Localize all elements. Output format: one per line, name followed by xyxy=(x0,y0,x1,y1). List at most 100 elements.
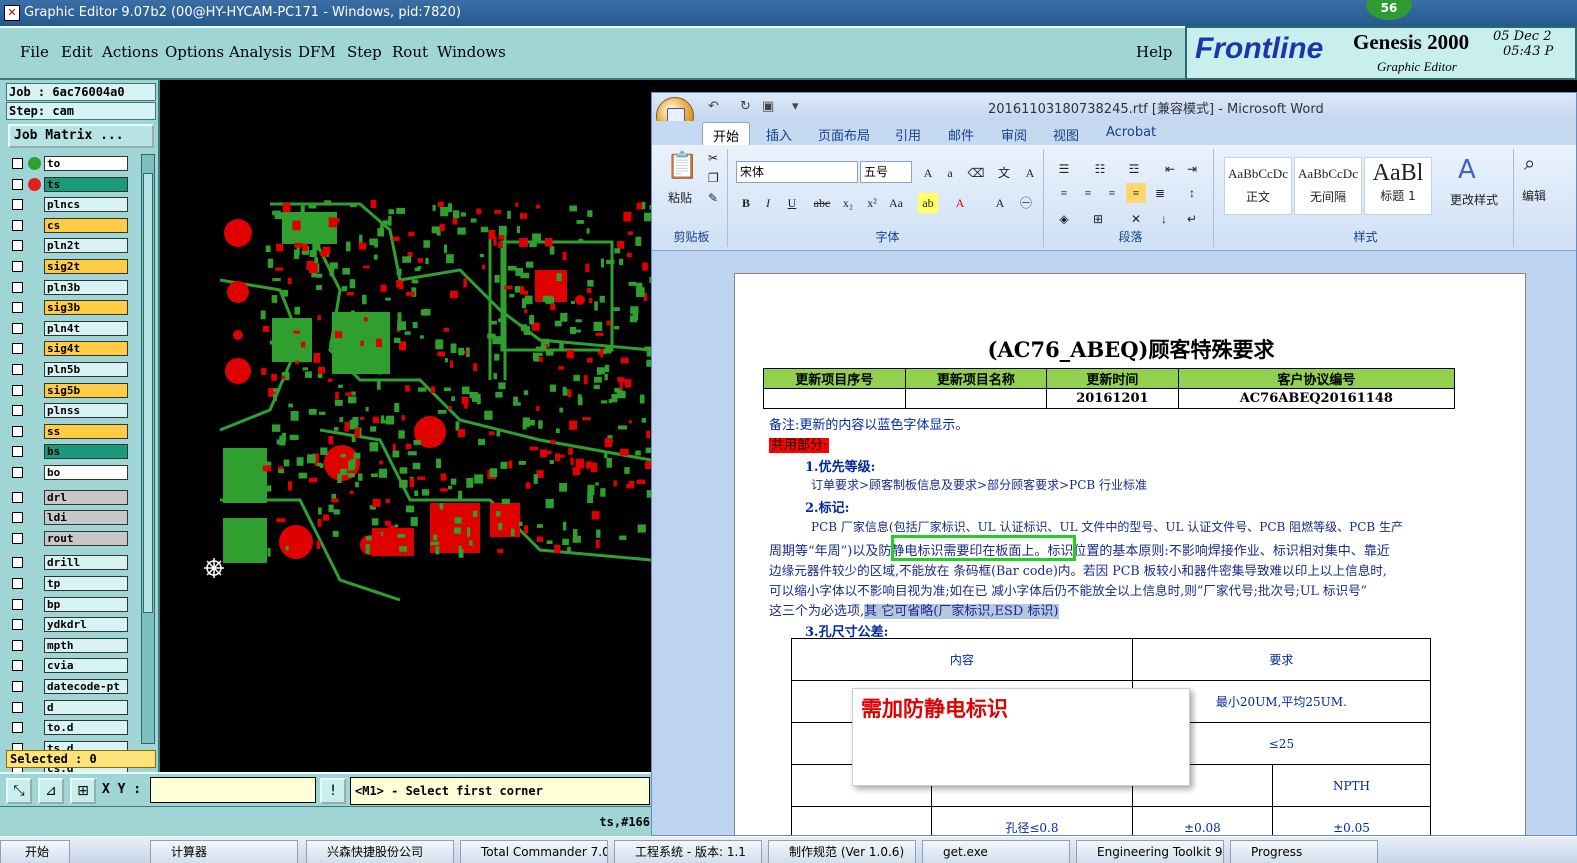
taskbar-item[interactable]: 工程系统 - 版本: 1.1 xyxy=(614,840,762,863)
tab-review[interactable]: 审阅 xyxy=(1001,125,1027,144)
layer-checkbox[interactable] xyxy=(12,578,23,589)
layer-row-ldi[interactable]: ldi xyxy=(8,510,130,526)
char-border-icon[interactable]: A xyxy=(1020,163,1040,183)
sort-icon[interactable]: ↓ xyxy=(1154,209,1174,229)
layer-checkbox[interactable] xyxy=(12,598,23,610)
layer-checkbox[interactable] xyxy=(12,178,23,190)
layer-checkbox[interactable] xyxy=(12,302,23,314)
layer-row-sig2t[interactable]: sig2t xyxy=(8,259,130,274)
layer-checkbox[interactable] xyxy=(12,467,23,478)
font-name-dropdown[interactable]: 宋体 xyxy=(736,161,858,183)
borders-icon[interactable]: ⊞ xyxy=(1088,209,1108,229)
multilevel-icon[interactable]: ☲ xyxy=(1124,159,1144,179)
layer-row-drill[interactable]: drill xyxy=(8,555,130,571)
layer-row-cvia[interactable]: cvia xyxy=(8,658,130,674)
layer-checkbox[interactable] xyxy=(12,322,23,334)
layer-row-bs[interactable]: bs xyxy=(8,444,130,460)
layer-checkbox[interactable] xyxy=(12,281,23,293)
layer-row-ts[interactable]: ts xyxy=(8,176,130,192)
layer-row-pln4t[interactable]: pln4t xyxy=(8,320,130,336)
char-shading-icon[interactable]: A xyxy=(990,193,1010,213)
layer-checkbox[interactable] xyxy=(12,491,23,503)
taskbar-item[interactable]: 兴森快捷股份公司 xyxy=(306,840,454,863)
layer-checkbox[interactable] xyxy=(12,199,23,211)
tab-page-layout[interactable]: 页面布局 xyxy=(818,125,870,144)
asian-layout-icon[interactable]: ✕ xyxy=(1126,209,1146,229)
layer-row-pln5b[interactable]: pln5b xyxy=(8,362,130,377)
start-button[interactable]: 开始 xyxy=(0,840,70,863)
style-heading1[interactable]: AaBl 标题 1 xyxy=(1364,157,1432,215)
taskbar-item[interactable]: get.exe xyxy=(922,840,1070,863)
layer-row-datecode-pt[interactable]: datecode-pt xyxy=(8,679,130,694)
paste-icon[interactable]: 📋 xyxy=(666,151,698,181)
decrease-indent-icon[interactable]: ⇤ xyxy=(1160,159,1180,179)
underline-icon[interactable]: U xyxy=(782,193,802,213)
layer-checkbox[interactable] xyxy=(12,384,23,396)
menu-options[interactable]: Options xyxy=(165,43,224,61)
editing-button[interactable]: 编辑 xyxy=(1522,187,1546,204)
menu-dfm[interactable]: DFM xyxy=(298,43,336,61)
find-icon[interactable]: ⌕ xyxy=(1524,151,1535,175)
layer-row-rout[interactable]: rout xyxy=(8,530,130,546)
layer-checkbox[interactable] xyxy=(12,660,23,672)
layer-checkbox[interactable] xyxy=(12,557,23,569)
italic-icon[interactable]: I xyxy=(758,193,778,213)
align-right-icon[interactable]: ≡ xyxy=(1102,183,1122,203)
layer-checkbox[interactable] xyxy=(12,240,23,252)
bold-icon[interactable]: B xyxy=(736,193,756,213)
layer-checkbox[interactable] xyxy=(12,722,23,734)
document-page[interactable]: (AC76_ABEQ)顾客特殊要求 更新项目序号 更新项目名称 更新时间 客户协… xyxy=(734,273,1526,835)
align-center-icon[interactable]: ≡ xyxy=(1078,183,1098,203)
taskbar-item[interactable]: 计算器 xyxy=(150,840,298,863)
redo-icon[interactable]: ↻ xyxy=(740,99,751,114)
layer-checkbox[interactable] xyxy=(12,158,23,169)
style-no-spacing[interactable]: AaBbCcDc 无间隔 xyxy=(1294,157,1362,215)
superscript-icon[interactable]: x² xyxy=(862,193,882,213)
layer-checkbox[interactable] xyxy=(12,532,23,544)
layer-checkbox[interactable] xyxy=(12,681,23,692)
layer-checkbox[interactable] xyxy=(12,619,23,631)
format-painter-icon[interactable]: ✎ xyxy=(708,191,718,205)
style-normal[interactable]: AaBbCcDc 正文 xyxy=(1224,157,1292,215)
align-left-icon[interactable]: ≡ xyxy=(1054,183,1074,203)
undo-icon[interactable]: ↶ xyxy=(708,99,719,114)
layer-row-bo[interactable]: bo xyxy=(8,465,130,480)
subscript-icon[interactable]: x₂ xyxy=(838,193,858,213)
strikethrough-icon[interactable]: abc xyxy=(812,193,832,213)
layer-checkbox[interactable] xyxy=(12,639,23,651)
menu-help[interactable]: Help xyxy=(1136,43,1172,61)
layer-row-pln3b[interactable]: pln3b xyxy=(8,279,130,295)
graphic-canvas[interactable] xyxy=(160,80,651,772)
tab-view[interactable]: 视图 xyxy=(1053,125,1079,144)
menu-edit[interactable]: Edit xyxy=(61,43,92,61)
taskbar-item[interactable]: Total Commander 7.0 p xyxy=(460,840,608,863)
layer-row-plncs[interactable]: plncs xyxy=(8,197,130,213)
job-matrix-button[interactable]: Job Matrix ... xyxy=(8,124,154,148)
shrink-font-icon[interactable]: a xyxy=(940,163,960,183)
justify-icon[interactable]: ≡ xyxy=(1126,183,1146,203)
tab-mailings[interactable]: 邮件 xyxy=(948,125,974,144)
zoom-icon[interactable]: ⤡ xyxy=(6,778,32,804)
layer-row-bp[interactable]: bp xyxy=(8,596,130,612)
layer-checkbox[interactable] xyxy=(12,219,23,231)
layer-checkbox[interactable] xyxy=(12,512,23,524)
layer-checkbox[interactable] xyxy=(12,405,23,417)
cut-icon[interactable]: ✂ xyxy=(708,151,718,165)
layer-checkbox[interactable] xyxy=(12,425,23,437)
taskbar-item[interactable]: 制作规范 (Ver 1.0.6) xyxy=(768,840,916,863)
menu-file[interactable]: File xyxy=(20,43,49,61)
layer-row-mpth[interactable]: mpth xyxy=(8,637,130,653)
layer-row-sig3b[interactable]: sig3b xyxy=(8,300,130,316)
layer-scrollbar[interactable] xyxy=(141,154,155,744)
line-spacing-icon[interactable]: ↕ xyxy=(1182,183,1202,203)
tab-acrobat[interactable]: Acrobat xyxy=(1106,125,1156,140)
measure-icon[interactable]: ⊿ xyxy=(38,778,64,804)
layer-row-ss[interactable]: ss xyxy=(8,423,130,439)
grow-font-icon[interactable]: A xyxy=(918,163,938,183)
change-styles-button[interactable]: 更改样式 xyxy=(1450,191,1498,208)
layer-row-cs[interactable]: cs xyxy=(8,217,130,233)
bullets-icon[interactable]: ☰ xyxy=(1054,159,1074,179)
copy-icon[interactable]: ❐ xyxy=(708,171,719,185)
clear-format-icon[interactable]: ⌫ xyxy=(966,163,986,183)
menu-analysis[interactable]: Analysis xyxy=(229,43,292,61)
